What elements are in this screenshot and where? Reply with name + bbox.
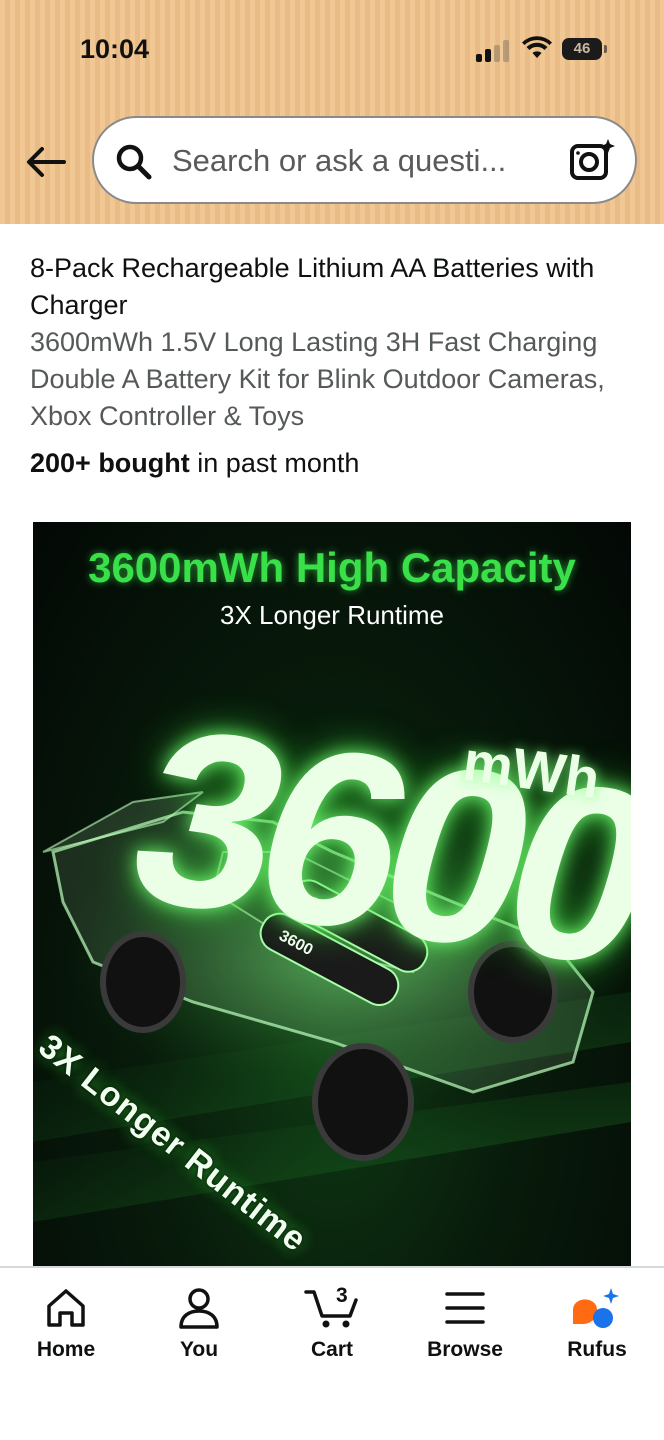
search-bar[interactable]	[92, 116, 637, 204]
cart-count-badge: 3	[336, 1284, 348, 1307]
nav-you-label: You	[179, 1338, 219, 1361]
nav-home-label: Home	[36, 1338, 96, 1361]
header: 10:04 46	[0, 0, 664, 224]
person-icon	[179, 1288, 219, 1329]
status-bar: 10:04 46	[0, 0, 664, 100]
cart-icon	[304, 1290, 358, 1328]
nav-cart[interactable]: 3 Cart	[272, 1284, 392, 1362]
nav-browse-label: Browse	[427, 1338, 503, 1361]
bottom-nav: Home You 3 Cart Browse Rufus	[0, 1266, 664, 1440]
search-input[interactable]	[170, 138, 544, 184]
battery-icon: 46	[562, 38, 602, 60]
status-time: 10:04	[80, 34, 150, 64]
nav-home[interactable]: Home	[6, 1286, 126, 1362]
nav-rufus[interactable]: Rufus	[537, 1286, 657, 1362]
bought-suffix: in past month	[189, 448, 360, 478]
camera-search-icon[interactable]	[569, 138, 615, 184]
rufus-icon	[573, 1288, 619, 1328]
search-icon	[116, 144, 152, 180]
image-headline: 3600mWh High Capacity	[88, 544, 576, 591]
bought-in-past-month: 200+ bought in past month	[30, 448, 359, 479]
back-arrow-icon	[27, 147, 66, 177]
image-subline: 3X Longer Runtime	[219, 600, 445, 630]
nav-browse[interactable]: Browse	[405, 1286, 525, 1362]
nav-you[interactable]: You	[139, 1286, 259, 1362]
back-button[interactable]	[22, 138, 70, 186]
nav-cart-label: Cart	[310, 1338, 353, 1361]
product-image[interactable]: 3600 3600 3600mWh High Capacity 3X Longe…	[33, 522, 631, 1266]
home-icon	[47, 1289, 85, 1327]
battery-tip	[604, 45, 607, 53]
wifi-icon	[522, 36, 552, 58]
product-subtitle: 3600mWh 1.5V Long Lasting 3H Fast Chargi…	[30, 327, 605, 431]
menu-icon	[445, 1292, 485, 1324]
product-title[interactable]: 8-Pack Rechargeable Lithium AA Batteries…	[30, 250, 630, 324]
cellular-signal-icon	[476, 40, 510, 62]
nav-rufus-label: Rufus	[567, 1338, 627, 1361]
bought-count: 200+ bought	[30, 448, 190, 478]
